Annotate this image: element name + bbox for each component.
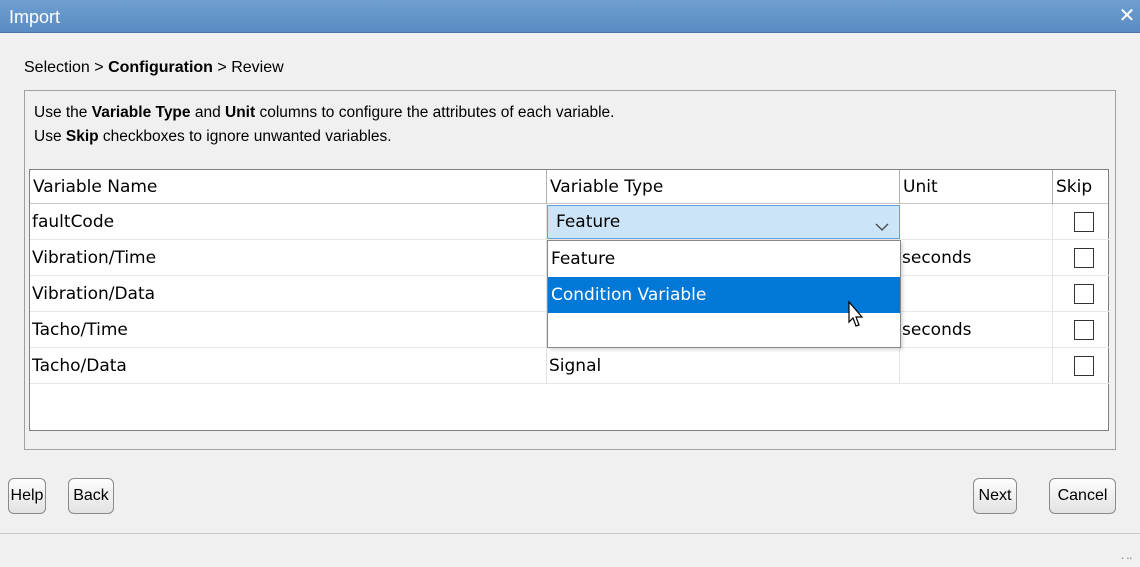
cell-skip — [1053, 276, 1109, 312]
variables-table: Variable Name Variable Type Unit Skip fa… — [29, 169, 1109, 431]
cell-variable-name[interactable]: Vibration/Data — [30, 276, 547, 312]
skip-checkbox[interactable] — [1074, 356, 1094, 376]
title-bar: Import ✕ — [0, 0, 1140, 33]
combobox-value: Feature — [556, 212, 621, 232]
skip-checkbox[interactable] — [1074, 320, 1094, 340]
header-unit[interactable]: Unit — [900, 170, 1053, 204]
cell-variable-name[interactable]: Tacho/Data — [30, 348, 547, 384]
chevron-down-icon[interactable] — [875, 210, 889, 239]
breadcrumb-selection: Selection — [24, 59, 90, 76]
skip-checkbox[interactable] — [1074, 284, 1094, 304]
table-row: faultCode Feature — [30, 204, 1109, 240]
cell-variable-name[interactable]: Tacho/Time — [30, 312, 547, 348]
cell-unit[interactable]: seconds — [900, 240, 1053, 276]
header-variable-name[interactable]: Variable Name — [30, 170, 547, 204]
cell-skip — [1053, 348, 1109, 384]
breadcrumb-configuration: Configuration — [108, 59, 213, 76]
table-header: Variable Name Variable Type Unit Skip — [30, 170, 1108, 204]
instructions: Use the Variable Type and Unit columns t… — [34, 101, 614, 149]
cell-skip — [1053, 240, 1109, 276]
breadcrumb-separator: > — [217, 59, 227, 76]
cell-unit[interactable] — [900, 204, 1053, 240]
next-button[interactable]: Next — [973, 478, 1017, 514]
breadcrumb-review: Review — [231, 59, 284, 76]
breadcrumb-separator: > — [94, 59, 104, 76]
table-row: Tacho/Data Signal — [30, 348, 1109, 384]
mouse-pointer-icon — [848, 300, 864, 327]
configuration-panel: Use the Variable Type and Unit columns t… — [24, 90, 1116, 450]
help-button[interactable]: Help — [8, 478, 46, 514]
import-dialog: Import ✕ Selection > Configuration > Rev… — [0, 0, 1140, 567]
resize-grip-icon[interactable]: ⠠⠤ — [1117, 552, 1134, 563]
window-title: Import — [9, 7, 61, 27]
variable-type-combobox[interactable]: Feature — [547, 205, 900, 239]
cell-unit[interactable] — [900, 276, 1053, 312]
cell-skip — [1053, 204, 1109, 240]
close-icon[interactable]: ✕ — [1114, 3, 1140, 29]
status-bar: ⠠⠤ — [0, 533, 1140, 567]
instruction-line-1: Use the Variable Type and Unit columns t… — [34, 104, 615, 121]
back-button[interactable]: Back — [68, 478, 114, 514]
breadcrumb: Selection > Configuration > Review — [24, 59, 284, 77]
cell-variable-name[interactable]: faultCode — [30, 204, 547, 240]
option-feature[interactable]: Feature — [548, 241, 900, 277]
cell-unit[interactable]: seconds — [900, 312, 1053, 348]
cancel-button[interactable]: Cancel — [1049, 478, 1116, 514]
skip-checkbox[interactable] — [1074, 248, 1094, 268]
cell-variable-name[interactable]: Vibration/Time — [30, 240, 547, 276]
instruction-line-2: Use Skip checkboxes to ignore unwanted v… — [34, 128, 392, 145]
cell-variable-type[interactable]: Signal — [547, 348, 900, 384]
cell-unit[interactable] — [900, 348, 1053, 384]
skip-checkbox[interactable] — [1074, 212, 1094, 232]
header-skip[interactable]: Skip — [1053, 170, 1109, 204]
cell-skip — [1053, 312, 1109, 348]
header-variable-type[interactable]: Variable Type — [547, 170, 900, 204]
